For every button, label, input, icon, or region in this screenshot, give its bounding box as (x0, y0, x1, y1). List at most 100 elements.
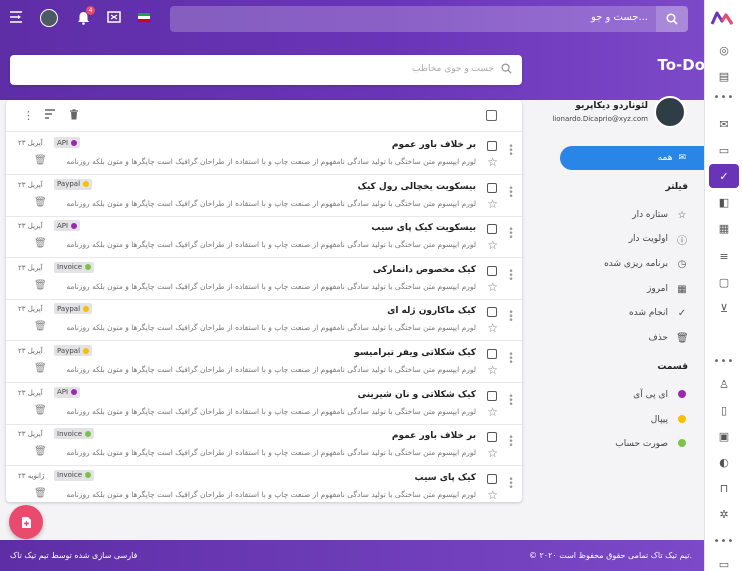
more-icon[interactable]: ••• (705, 536, 742, 547)
drag-handle-icon[interactable]: • • • (508, 226, 514, 243)
drag-handle-icon[interactable]: • • • (508, 434, 514, 451)
footer: فارسی سازی شده توسط تیم تیک تاک © ۲۰۲۰ ت… (0, 540, 704, 571)
task-row[interactable]: • • • ☆ کیک ماکارون ژله ای لورم ایپسوم متن سا… (6, 299, 522, 342)
star-icon[interactable]: ☆ (487, 155, 498, 169)
list-icon[interactable]: ≡ (705, 244, 742, 268)
drag-handle-icon[interactable]: • • • (508, 267, 514, 284)
task-checkbox[interactable] (487, 182, 497, 193)
task-title: کیک مخصوص دانمارکی (372, 264, 476, 275)
menu-toggle-icon[interactable] (9, 11, 23, 23)
star-icon[interactable]: ☆ (487, 321, 498, 335)
more-icon[interactable]: ••• (705, 92, 742, 103)
clipboard-icon[interactable]: ▢ (705, 270, 742, 294)
task-checkbox[interactable] (487, 224, 497, 235)
star-icon[interactable]: ☆ (487, 197, 498, 211)
filter-all-button[interactable]: همه ✉ (560, 146, 704, 170)
lock-icon[interactable]: ⊓ (705, 476, 742, 500)
tag-dot (85, 430, 92, 437)
cart-icon[interactable]: ⊻ (705, 296, 742, 320)
filter-today[interactable]: امروز ▦ (578, 280, 688, 298)
drag-handle-icon[interactable]: • • • (508, 309, 514, 326)
calendar-icon: ▦ (677, 283, 687, 295)
drag-handle-icon[interactable]: • • • (508, 184, 514, 201)
sort-icon[interactable] (44, 109, 56, 122)
image-icon[interactable]: ▣ (705, 424, 742, 448)
task-row[interactable]: • • • ☆ کیک شکلاتی ویفر تیرامیسو لورم ایپسوم … (6, 341, 522, 383)
star-icon[interactable]: ☆ (487, 488, 498, 502)
star-icon[interactable]: ☆ (487, 238, 498, 252)
fullscreen-icon[interactable] (107, 11, 121, 23)
filter-starred[interactable]: ستاره دار ☆ (578, 206, 688, 224)
drag-handle-icon[interactable]: • • • (508, 392, 514, 409)
task-row[interactable]: • • • ☆ بر خلاف باور عموم لورم ایپسوم متن ساخ… (6, 133, 522, 175)
cast-icon[interactable]: ▭ (705, 552, 742, 571)
drag-handle-icon[interactable]: • • • (508, 351, 514, 368)
avatar[interactable] (654, 96, 686, 128)
section-label: پیپال (650, 415, 668, 425)
task-checkbox[interactable] (487, 390, 497, 401)
task-date: ۲۳ آپریل (18, 263, 43, 272)
task-checkbox[interactable] (487, 432, 497, 443)
trash-icon[interactable] (69, 109, 79, 123)
star-icon[interactable]: ☆ (487, 405, 498, 419)
trash-icon[interactable]: 🗑 (34, 238, 47, 249)
task-description: لورم ایپسوم متن ساختگی با تولید سادگی نا… (66, 323, 476, 333)
more-vert-icon[interactable]: ⋮ (23, 109, 34, 122)
task-tag: Paypal (54, 178, 93, 190)
trash-icon[interactable]: 🗑 (34, 446, 47, 457)
drag-handle-icon[interactable]: • • • (508, 475, 514, 492)
filter-deleted[interactable]: حذف 🗑 (578, 329, 688, 347)
drag-handle-icon[interactable]: • • • (508, 143, 514, 160)
task-row[interactable]: • • • ☆ کیک پای سیب لورم ایپسوم متن ساختگی با… (6, 466, 522, 502)
star-icon[interactable]: ☆ (487, 446, 498, 460)
settings-icon[interactable]: ✲ (705, 502, 742, 526)
task-row[interactable]: • • • ☆ بر خلاف باور عموم لورم ایپسوم متن ساخ… (6, 424, 522, 467)
filter-important[interactable]: اولویت دار ⓘ (578, 230, 688, 248)
trash-icon[interactable]: 🗑 (34, 155, 47, 166)
task-checkbox[interactable] (487, 265, 497, 276)
star-icon[interactable]: ☆ (487, 363, 498, 377)
task-checkbox[interactable] (487, 473, 497, 484)
document-icon[interactable]: ▯ (705, 398, 742, 422)
calendar-icon[interactable]: ▦ (705, 216, 742, 240)
section-api[interactable]: ای پی آی (578, 386, 688, 404)
filter-scheduled[interactable]: برنامه ریزی شده ◷ (578, 255, 688, 273)
add-task-button[interactable] (9, 505, 43, 539)
task-row[interactable]: • • • ☆ کیک شکلاتی و نان شیرینی لورم ایپسوم م… (6, 383, 522, 425)
select-all-checkbox[interactable] (486, 110, 497, 121)
more-icon[interactable]: ••• (705, 356, 742, 367)
task-row[interactable]: • • • ☆ بیسکویت یخچالی رول کیک لورم ایپسوم مت… (6, 175, 522, 217)
global-search[interactable]: جست و جو... (170, 6, 688, 32)
user-icon[interactable]: ♙ (705, 372, 742, 396)
todo-icon[interactable]: ✓ (709, 164, 739, 188)
message-icon[interactable]: ▭ (705, 138, 742, 162)
task-checkbox[interactable] (487, 141, 497, 151)
app-logo (710, 11, 734, 25)
chat-icon[interactable]: ▤ (705, 64, 742, 88)
language-flag-icon[interactable] (138, 13, 150, 22)
trash-icon[interactable]: 🗑 (34, 321, 47, 332)
mail-icon[interactable]: ✉ (705, 112, 742, 136)
trash-icon[interactable]: 🗑 (34, 280, 47, 291)
task-search-input[interactable]: جست و جوی مخاطب (10, 55, 522, 85)
section-invoice[interactable]: صورت حساب (578, 435, 688, 453)
task-checkbox[interactable] (487, 349, 497, 359)
star-icon[interactable]: ☆ (487, 280, 498, 294)
search-icon (501, 63, 512, 77)
top-avatar[interactable] (40, 9, 58, 27)
filter-done[interactable]: انجام شده ✓ (578, 304, 688, 322)
task-checkbox[interactable] (487, 307, 497, 318)
tag-dot (71, 389, 78, 396)
trash-icon[interactable]: 🗑 (34, 363, 47, 374)
trash-icon[interactable]: 🗑 (34, 488, 47, 499)
layout-icon[interactable]: ◧ (705, 190, 742, 214)
section-paypal[interactable]: پیپال (578, 411, 688, 429)
task-row[interactable]: • • • ☆ بیسکویت کیک پای سیب لورم ایپسوم متن س… (6, 216, 522, 259)
task-row[interactable]: • • • ☆ کیک مخصوص دانمارکی لورم ایپسوم متن سا… (6, 258, 522, 300)
task-tag: API (54, 137, 81, 148)
globe-icon[interactable]: ◐ (705, 450, 742, 474)
trash-icon[interactable]: 🗑 (34, 197, 47, 208)
palette-icon[interactable]: ◎ (705, 38, 742, 62)
search-icon[interactable] (656, 6, 688, 32)
trash-icon[interactable]: 🗑 (34, 405, 47, 416)
